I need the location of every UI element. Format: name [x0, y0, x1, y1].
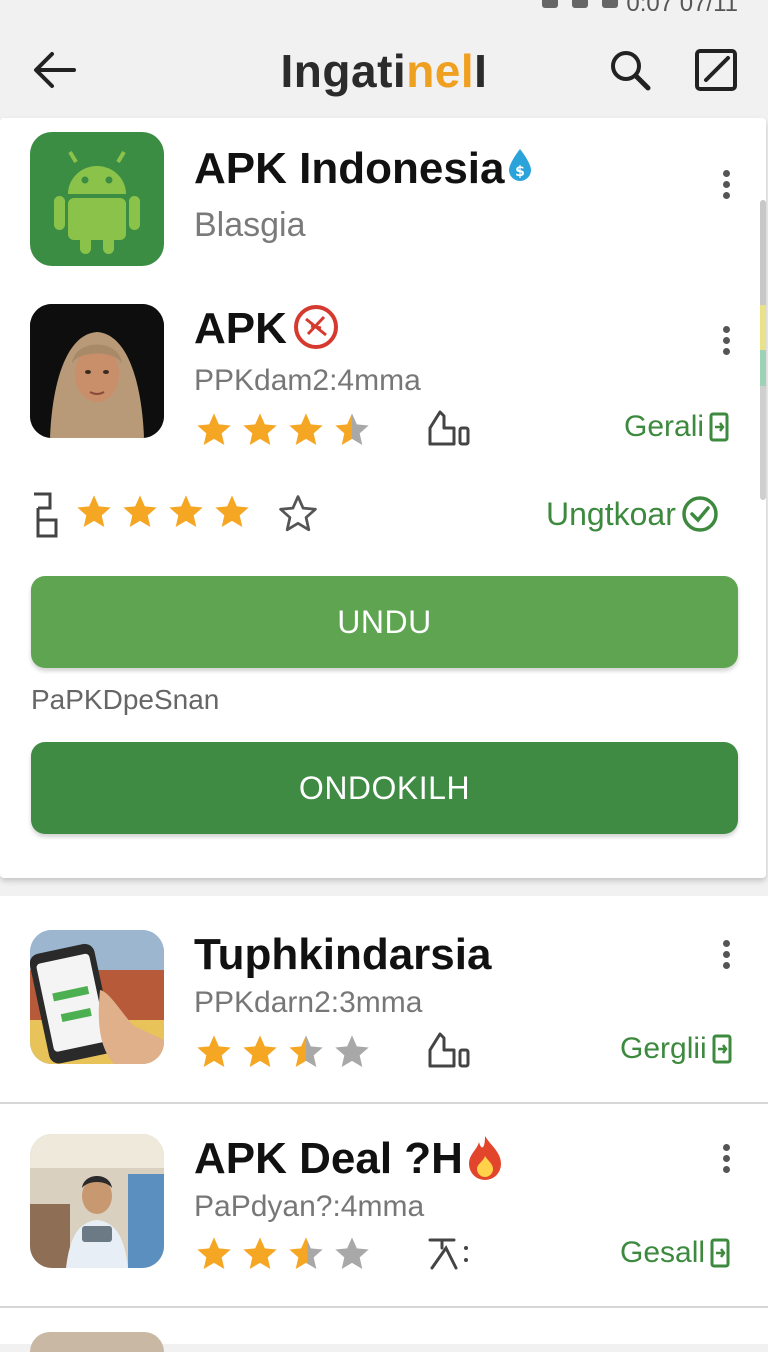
search-icon[interactable]	[606, 46, 654, 94]
divider	[0, 1102, 768, 1104]
rank-icon	[30, 490, 64, 540]
star-icon[interactable]	[74, 492, 114, 532]
star-icon[interactable]	[212, 492, 252, 532]
star-half-icon	[289, 1237, 323, 1269]
battery-icon	[602, 0, 618, 8]
download-button[interactable]: UNDU	[31, 576, 738, 668]
download-icon	[712, 1034, 732, 1064]
star-half-icon	[335, 413, 369, 445]
check-circle-icon	[682, 496, 718, 532]
app-meta: PPKdam2:4mma	[194, 364, 421, 397]
app-thumbnail	[30, 1332, 164, 1352]
status-time: 0:07 07/11	[626, 0, 738, 17]
featured-app-subtitle: Blasgia	[194, 206, 306, 244]
featured-app-row[interactable]: APK Indonesia $ Blasgia	[0, 132, 766, 272]
top-app-bar: IngatinelI	[0, 20, 768, 120]
app-thumbnail	[30, 1134, 164, 1268]
badge-icon	[293, 304, 339, 350]
star-empty-icon	[335, 1237, 369, 1269]
app-name: APK Deal ?H	[194, 1134, 505, 1184]
app-thumbnail	[30, 304, 164, 438]
star-icon	[197, 1035, 231, 1067]
app-name: APK	[194, 304, 339, 354]
get-link[interactable]: Gerali	[624, 410, 730, 444]
rating-stars	[194, 1032, 372, 1072]
star-icon[interactable]	[166, 492, 206, 532]
rating-stars	[194, 410, 372, 450]
edit-icon[interactable]	[692, 46, 740, 94]
star-half-icon	[289, 1035, 323, 1067]
star-icon[interactable]	[120, 492, 160, 532]
star-icon	[289, 413, 323, 445]
star-empty-icon	[335, 1035, 369, 1067]
status-bar: 0:07 07/11	[0, 0, 768, 17]
more-vert-icon[interactable]	[712, 166, 740, 210]
fire-badge-icon	[465, 1134, 505, 1180]
star-icon	[243, 1035, 277, 1067]
featured-app-name: APK Indonesia $	[194, 144, 535, 194]
featured-card: APK Indonesia$ Blasgia APK PPKdam2:4mma	[0, 118, 766, 878]
star-icon	[243, 1237, 277, 1269]
star-icon	[243, 413, 277, 445]
status-icons	[542, 0, 618, 8]
droplet-badge-icon: $	[505, 144, 535, 181]
app-row-2[interactable]: Tuphkindarsia PPKdarn2:3mma Gerglii	[0, 930, 766, 1070]
app-list: Tuphkindarsia PPKdarn2:3mma Gerglii APK …	[0, 896, 768, 1352]
svg-text:$: $	[515, 164, 525, 180]
verified-link[interactable]: Ungtkoar	[546, 494, 720, 534]
translate-icon	[426, 1234, 474, 1274]
more-vert-icon[interactable]	[712, 322, 740, 366]
get-link[interactable]: Gesall	[620, 1236, 731, 1270]
download-icon	[710, 1238, 730, 1268]
rating-stars	[194, 1234, 372, 1274]
app-meta: PPKdarn2:3mma	[194, 986, 423, 1019]
app-name: Tuphkindarsia	[194, 930, 492, 979]
app-row-3[interactable]: APK Deal ?H PaPdyan?:4mma Gesall	[0, 1134, 766, 1274]
section-label: PaPKDpeSnan	[31, 684, 220, 715]
install-button[interactable]: ONDOKILH	[31, 742, 738, 834]
more-vert-icon[interactable]	[712, 1140, 740, 1184]
size-icon	[426, 408, 474, 448]
app-thumbnail	[30, 930, 164, 1064]
get-link[interactable]: Gerglii	[620, 1032, 733, 1066]
rating-stars-large[interactable]	[74, 492, 252, 532]
app-row-1[interactable]: APK PPKdam2:4mma Gerali	[0, 304, 766, 446]
star-outline-icon[interactable]	[276, 492, 320, 541]
star-icon	[197, 413, 231, 445]
wifi-icon	[572, 0, 588, 8]
android-icon	[30, 132, 164, 266]
divider	[0, 1306, 768, 1308]
rating-summary: Ungtkoar	[30, 488, 750, 544]
star-icon	[197, 1237, 231, 1269]
size-icon	[426, 1030, 474, 1070]
app-meta: PaPdyan?:4mma	[194, 1190, 425, 1223]
download-icon	[709, 412, 729, 442]
more-vert-icon[interactable]	[712, 936, 740, 980]
signal-icon	[542, 0, 558, 8]
